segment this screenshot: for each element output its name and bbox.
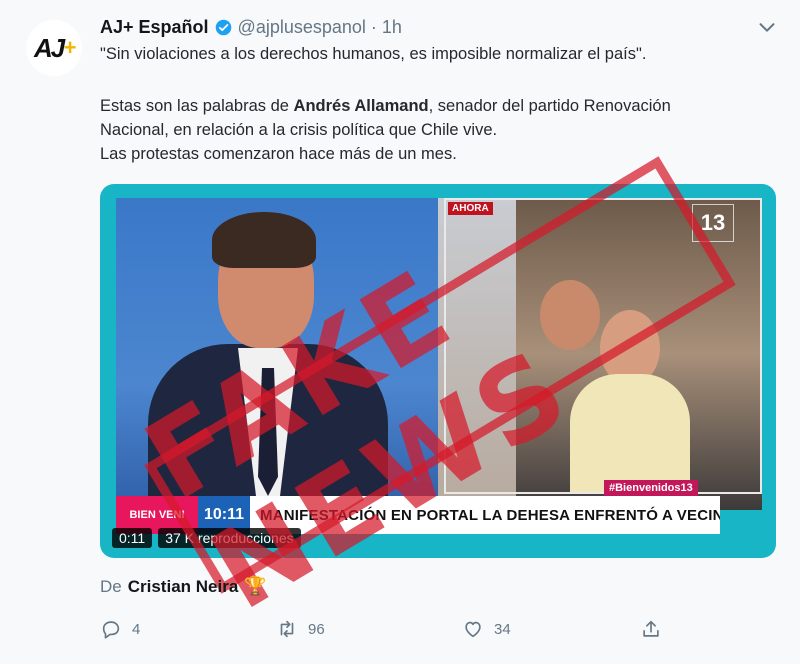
retweet-icon: [280, 620, 294, 638]
tweet-timestamp[interactable]: 1h: [382, 17, 402, 38]
tweet-body-line: Estas son las palabras de Andrés Allaman…: [100, 94, 780, 118]
retweet-count: 96: [308, 620, 325, 638]
avatar-logo-plus: +: [63, 35, 76, 60]
reply-button[interactable]: 4: [100, 618, 140, 640]
inset-frame-border: [444, 198, 762, 494]
tweet-body-bold-name: Andrés Allamand: [293, 97, 429, 115]
author-avatar[interactable]: AJ +: [26, 20, 82, 76]
trophy-icon: 🏆: [244, 576, 267, 596]
credit-name[interactable]: Cristian Neira: [128, 577, 239, 597]
video-elapsed-time: 0:11: [112, 528, 153, 548]
reply-count: 4: [132, 620, 141, 638]
like-button[interactable]: 34: [462, 618, 511, 640]
video-player[interactable]: AHORA 13 #Bienvenidos13 BIEN VENI 10:11 …: [100, 184, 776, 558]
news-headline: MANIFESTACIÓN EN PORTAL LA DEHESA ENFREN…: [250, 496, 720, 534]
tweet-card[interactable]: AJ + AJ+ Español @ajplusespanol · 1h "Sin…: [0, 0, 800, 664]
verified-badge-icon: [215, 19, 231, 35]
reply-icon: [102, 621, 120, 639]
video-overlay-info: 0:11 37 K reproducciones: [112, 528, 301, 548]
tweet-body-pre: Estas son las palabras de: [100, 97, 294, 115]
tweet-header: AJ+ Español @ajplusespanol · 1h: [100, 14, 402, 40]
author-name[interactable]: AJ+ Español: [100, 17, 209, 38]
avatar-logo-text: AJ: [33, 32, 65, 63]
like-icon: [465, 621, 481, 638]
share-icon: [643, 620, 659, 637]
like-count: 34: [494, 620, 511, 638]
tweet-text: "Sin violaciones a los derechos humanos,…: [100, 42, 780, 166]
credit-prefix: De: [100, 576, 122, 596]
share-button[interactable]: [640, 618, 672, 640]
hashtag-badge: #Bienvenidos13: [604, 480, 698, 496]
tweet-body-line-2: Nacional, en relación a la crisis políti…: [100, 121, 498, 139]
author-handle[interactable]: @ajplusespanol: [238, 17, 366, 38]
retweet-button[interactable]: 96: [276, 618, 325, 640]
tweet-body-post: , senador del partido Renovación: [428, 97, 671, 115]
chevron-down-icon[interactable]: [756, 16, 778, 38]
tweet-body-line-3: Las protestas comenzaron hace más de un …: [100, 145, 457, 163]
media-credit: De Cristian Neira 🏆: [100, 576, 267, 597]
tweet-quote: "Sin violaciones a los derechos humanos,…: [100, 45, 647, 63]
channel-logo: 13: [692, 204, 734, 242]
header-separator: ·: [370, 16, 377, 37]
live-tag: AHORA: [448, 202, 493, 215]
tweet-actions: 4 96 34: [100, 618, 680, 648]
video-view-count: 37 K reproducciones: [158, 528, 301, 548]
presenter-hair: [212, 212, 316, 268]
